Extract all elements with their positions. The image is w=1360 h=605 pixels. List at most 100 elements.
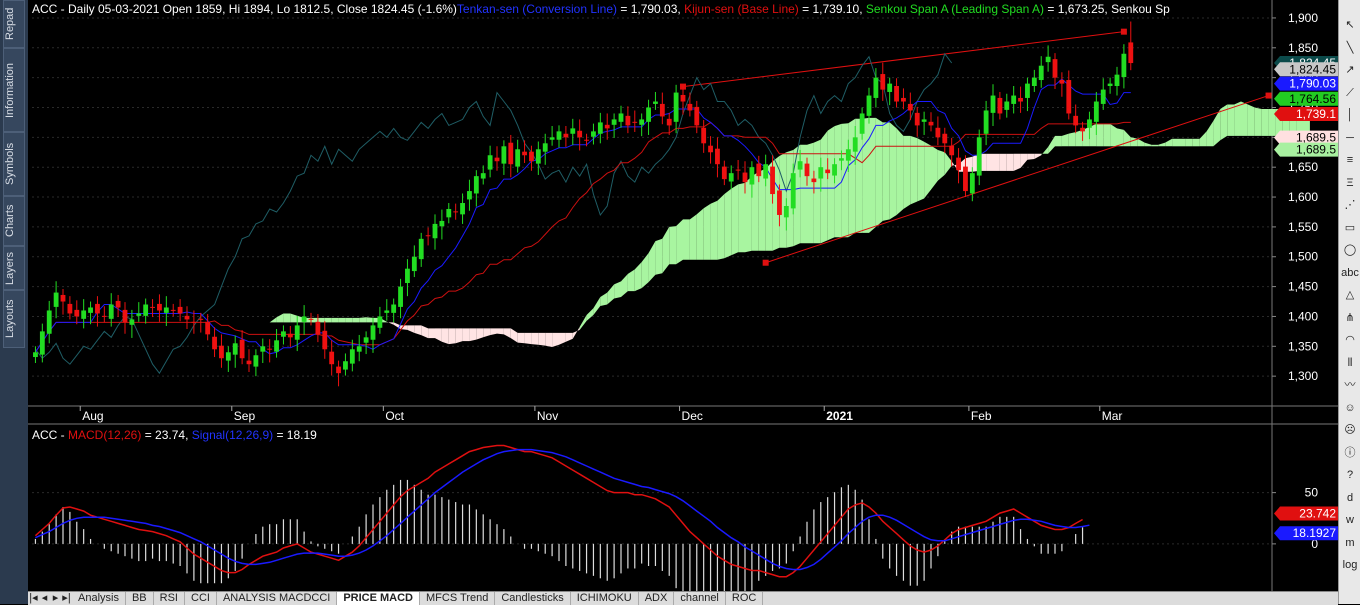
candle bbox=[763, 164, 769, 179]
candle bbox=[584, 139, 589, 141]
arc-icon[interactable]: ◠ bbox=[1341, 331, 1359, 349]
cycle-icon[interactable]: ⦀ bbox=[1341, 354, 1359, 372]
info-icon[interactable]: ⓘ bbox=[1341, 444, 1359, 462]
candle bbox=[122, 309, 128, 323]
horizontal-line-icon[interactable]: ─ bbox=[1341, 129, 1359, 147]
candle bbox=[225, 352, 231, 361]
trendline-icon[interactable]: ⟋ bbox=[1341, 84, 1359, 102]
tab-candlesticks[interactable]: Candlesticks bbox=[495, 592, 571, 605]
last-tab-icon[interactable]: ▸| bbox=[61, 592, 72, 605]
ichimoku-cloud-segment bbox=[676, 219, 683, 265]
candle bbox=[983, 110, 989, 134]
candle bbox=[735, 169, 741, 171]
channel-icon[interactable]: ≡ bbox=[1341, 151, 1359, 169]
left-panel: Repad Information Symbols Charts Layers Layou… bbox=[0, 0, 28, 604]
tab-analysis[interactable]: Analysis bbox=[72, 592, 126, 605]
macd-tick-label: 50 bbox=[1305, 486, 1319, 500]
ichimoku-cloud-segment bbox=[1006, 153, 1014, 171]
zigzag-icon[interactable]: 〰 bbox=[1341, 376, 1359, 394]
ichimoku-cloud-segment bbox=[455, 328, 463, 344]
chart-area: 1,300 1,350 1,400 1,450 1,500 1,550 1,600 1,650… bbox=[28, 0, 1338, 591]
candle bbox=[832, 164, 837, 176]
candle bbox=[274, 340, 279, 352]
tab-analysis-macdcci[interactable]: ANALYSIS MACDCCI bbox=[217, 592, 338, 605]
candle bbox=[136, 313, 142, 316]
panel-tab-charts[interactable]: Charts bbox=[3, 196, 25, 246]
tab-cci[interactable]: CCI bbox=[185, 592, 217, 605]
rectangle-icon[interactable]: ▭ bbox=[1341, 219, 1359, 237]
tab-bb[interactable]: BB bbox=[126, 592, 154, 605]
price-badge-label: 1,689.5 bbox=[1296, 143, 1336, 157]
candle bbox=[322, 330, 328, 350]
macd-badge-label: 23.742 bbox=[1299, 507, 1336, 521]
panel-tab-layers[interactable]: Layers bbox=[3, 246, 25, 290]
panel-tab-repad[interactable]: Repad bbox=[3, 0, 25, 48]
candle bbox=[184, 315, 190, 320]
gann-icon[interactable]: ⋰ bbox=[1341, 196, 1359, 214]
ichimoku-cloud-segment bbox=[497, 328, 504, 335]
price-tick-label: 1,850 bbox=[1288, 41, 1318, 55]
candle bbox=[384, 310, 390, 313]
triangle-icon[interactable]: △ bbox=[1341, 286, 1359, 304]
sad-icon[interactable]: ☹ bbox=[1341, 421, 1359, 439]
text-icon[interactable]: abc bbox=[1341, 264, 1359, 282]
candle bbox=[756, 163, 762, 177]
m-icon[interactable]: m bbox=[1341, 534, 1359, 552]
candle bbox=[721, 166, 727, 180]
w-icon[interactable]: w bbox=[1341, 511, 1359, 529]
first-tab-icon[interactable]: |◂ bbox=[28, 592, 39, 605]
candle bbox=[880, 74, 886, 90]
candle bbox=[33, 352, 38, 358]
ichimoku-cloud-segment bbox=[1096, 123, 1104, 147]
tab-channel[interactable]: channel bbox=[674, 592, 726, 605]
candle bbox=[666, 118, 672, 126]
candle bbox=[1087, 119, 1092, 128]
line-icon[interactable]: ╲ bbox=[1341, 39, 1359, 57]
price-badge-label: 1,764.56 bbox=[1289, 92, 1336, 106]
tab-ichimoku[interactable]: ICHIMOKU bbox=[571, 592, 639, 605]
ichimoku-cloud-segment bbox=[1055, 135, 1062, 147]
pointer-icon[interactable]: ↖ bbox=[1341, 16, 1359, 34]
candle bbox=[742, 172, 748, 183]
ichimoku-cloud-segment bbox=[531, 332, 539, 345]
tab-rsi[interactable]: RSI bbox=[154, 592, 185, 605]
candle bbox=[873, 77, 879, 98]
candle bbox=[701, 127, 707, 144]
smile-icon[interactable]: ☺ bbox=[1341, 399, 1359, 417]
panel-tab-layouts[interactable]: Layouts bbox=[3, 290, 25, 348]
vertical-line-icon[interactable]: │ bbox=[1341, 106, 1359, 124]
ray-icon[interactable]: ↗ bbox=[1341, 61, 1359, 79]
next-tab-icon[interactable]: ▸ bbox=[50, 592, 61, 605]
candle bbox=[1038, 65, 1044, 81]
ichimoku-cloud-segment bbox=[317, 317, 325, 323]
candle bbox=[749, 167, 755, 185]
fibonacci-icon[interactable]: Ξ bbox=[1341, 174, 1359, 192]
tab-price-macd[interactable]: PRICE MACD bbox=[337, 592, 420, 605]
d-icon[interactable]: d bbox=[1341, 489, 1359, 507]
macd-badge-label: 18.1927 bbox=[1293, 526, 1337, 540]
candle bbox=[46, 310, 52, 334]
prev-tab-icon[interactable]: ◂ bbox=[39, 592, 50, 605]
candle bbox=[715, 148, 720, 165]
help-icon[interactable]: ? bbox=[1341, 466, 1359, 484]
candle bbox=[529, 151, 534, 162]
pitchfork-icon[interactable]: ⋔ bbox=[1341, 309, 1359, 327]
tab-roc[interactable]: ROC bbox=[726, 592, 764, 605]
candle bbox=[508, 142, 514, 165]
candle bbox=[432, 223, 438, 239]
candle bbox=[591, 131, 596, 137]
ichimoku-cloud-segment bbox=[683, 219, 690, 260]
panel-tab-information[interactable]: Information bbox=[3, 48, 25, 132]
tab-mfcs-trend[interactable]: MFCS Trend bbox=[420, 592, 496, 605]
candle bbox=[1080, 127, 1085, 132]
tab-adx[interactable]: ADX bbox=[639, 592, 675, 605]
panel-tab-symbols[interactable]: Symbols bbox=[3, 132, 25, 196]
log-icon[interactable]: log bbox=[1341, 556, 1359, 574]
ichimoku-cloud-segment bbox=[614, 281, 621, 299]
ellipse-icon[interactable]: ◯ bbox=[1341, 241, 1359, 259]
ichimoku-cloud-segment bbox=[1247, 104, 1255, 136]
candle bbox=[680, 94, 686, 102]
ichimoku-cloud-segment bbox=[758, 168, 766, 251]
ichimoku-cloud-segment bbox=[1151, 144, 1159, 147]
candle bbox=[653, 101, 658, 104]
